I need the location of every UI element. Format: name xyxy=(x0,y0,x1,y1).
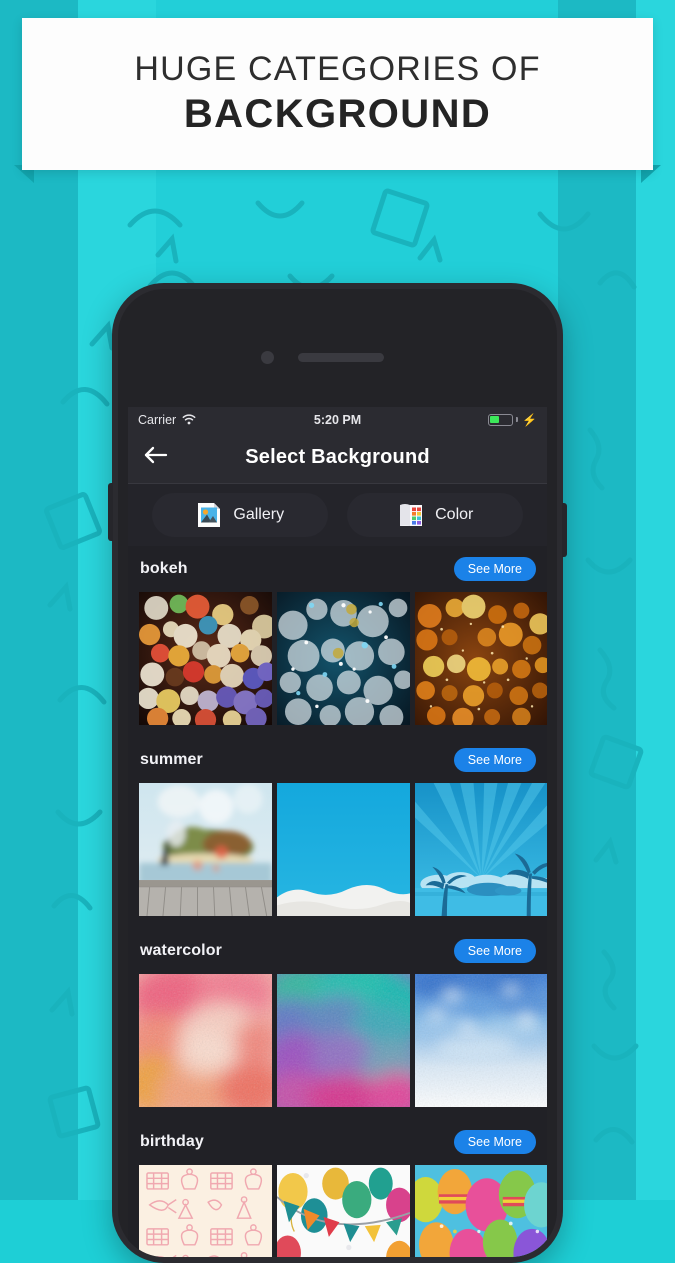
thumbnail-colorful-balloons[interactable] xyxy=(415,1165,547,1257)
thumbnail-blurred-island-dock[interactable] xyxy=(139,783,272,916)
thumbnail-blue-white-watercolor[interactable] xyxy=(415,974,547,1107)
see-more-button[interactable]: See More xyxy=(453,747,536,773)
status-bar: Carrier 5:20 PM ⚡ xyxy=(128,407,547,432)
tab-color[interactable]: Color xyxy=(347,493,524,537)
battery-fill xyxy=(490,415,499,424)
category-block-birthday: birthday See More xyxy=(128,1119,547,1257)
thumbnail-multicolor-bokeh-lights[interactable] xyxy=(139,592,272,725)
category-header: summer See More xyxy=(128,737,547,783)
category-title: summer xyxy=(140,751,203,768)
back-button[interactable] xyxy=(140,441,174,475)
category-header: watercolor See More xyxy=(128,928,547,974)
see-more-button[interactable]: See More xyxy=(453,1129,536,1155)
thumbnail-blue-sky-white-sand[interactable] xyxy=(277,783,410,916)
headline-line-2: BACKGROUND xyxy=(183,91,492,136)
phone-bezel: Carrier 5:20 PM ⚡ Select Background Gall… xyxy=(118,289,557,1257)
tab-gallery[interactable]: Gallery xyxy=(151,493,328,537)
earpiece-speaker xyxy=(298,353,384,362)
thumbnail-pink-orange-watercolor[interactable] xyxy=(139,974,272,1107)
battery-icon xyxy=(488,413,514,426)
thumbnail-blue-white-bokeh-lights[interactable] xyxy=(277,592,410,725)
promo-header: HUGE CATEGORIES OF BACKGROUND xyxy=(0,0,675,190)
category-header: birthday See More xyxy=(128,1119,547,1165)
tab-gallery-label: Gallery xyxy=(233,506,285,523)
category-header: bokeh See More xyxy=(128,546,547,592)
category-list[interactable]: bokeh See More summer See More watercolo… xyxy=(128,546,547,1257)
phone-volume-button xyxy=(108,483,113,541)
category-block-bokeh: bokeh See More xyxy=(128,546,547,737)
battery-tip xyxy=(516,417,519,422)
see-more-button[interactable]: See More xyxy=(453,938,536,964)
status-bar-left: Carrier xyxy=(138,413,196,427)
front-camera-icon xyxy=(261,351,274,364)
thumbnail-orange-gold-bokeh-lights[interactable] xyxy=(415,592,547,725)
source-tab-bar: Gallery Color xyxy=(128,484,547,546)
headline-line-1: HUGE CATEGORIES OF xyxy=(134,50,541,89)
tab-color-label: Color xyxy=(435,506,474,523)
category-block-watercolor: watercolor See More xyxy=(128,928,547,1119)
category-block-summer: summer See More xyxy=(128,737,547,928)
app-screen: Carrier 5:20 PM ⚡ Select Background Gall… xyxy=(128,407,547,1257)
status-bar-right: ⚡ xyxy=(488,413,537,427)
category-title: watercolor xyxy=(140,942,222,959)
thumbnail-palm-beach-sunburst[interactable] xyxy=(415,783,547,916)
nav-bar: Select Background xyxy=(128,432,547,484)
category-title: bokeh xyxy=(140,560,188,577)
thumbnail-row xyxy=(128,974,547,1119)
photo-icon xyxy=(195,501,223,529)
headline-banner: HUGE CATEGORIES OF BACKGROUND xyxy=(22,18,653,170)
wifi-icon xyxy=(182,414,196,425)
thumbnail-teal-purple-watercolor[interactable] xyxy=(277,974,410,1107)
back-arrow-icon xyxy=(144,445,170,470)
thumbnail-row xyxy=(128,1165,547,1257)
see-more-button[interactable]: See More xyxy=(453,556,536,582)
thumbnail-balloons-bunting[interactable] xyxy=(277,1165,410,1257)
thumbnail-row xyxy=(128,592,547,737)
category-title: birthday xyxy=(140,1133,204,1150)
charging-bolt-icon: ⚡ xyxy=(522,412,537,427)
phone-power-button xyxy=(562,503,567,557)
carrier-label: Carrier xyxy=(138,412,177,427)
phone-mockup: Carrier 5:20 PM ⚡ Select Background Gall… xyxy=(108,283,567,1263)
thumbnail-row xyxy=(128,783,547,928)
page-title: Select Background xyxy=(245,446,430,468)
color-swatch-book-icon xyxy=(397,502,425,528)
thumbnail-pink-cupcake-pattern[interactable] xyxy=(139,1165,272,1257)
